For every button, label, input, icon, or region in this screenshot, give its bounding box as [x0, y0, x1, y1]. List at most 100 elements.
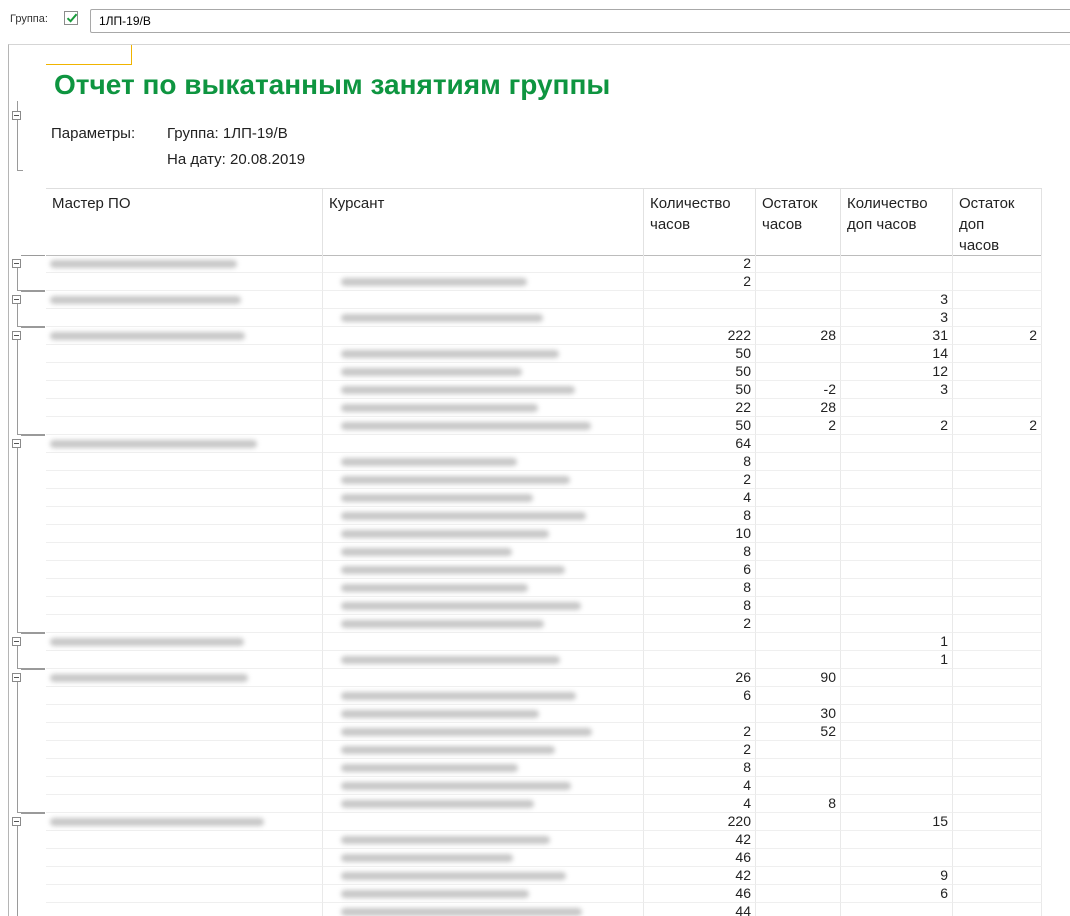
cell-master[interactable] [46, 345, 323, 363]
cell-master[interactable] [46, 849, 323, 867]
cell-master[interactable] [46, 291, 323, 309]
cell-extra[interactable] [841, 507, 953, 525]
cell-hours[interactable] [644, 633, 756, 651]
cell-cadet[interactable] [323, 345, 644, 363]
cell-remain[interactable] [756, 777, 841, 795]
cell-extra-remain[interactable] [953, 795, 1042, 813]
master-row[interactable]: 1 [9, 633, 1070, 651]
cadet-row[interactable]: 2 [9, 471, 1070, 489]
cell-hours[interactable]: 50 [644, 345, 756, 363]
cell-extra[interactable]: 6 [841, 885, 953, 903]
cadet-row[interactable]: 50 2 2 2 [9, 417, 1070, 435]
cell-extra-remain[interactable] [953, 669, 1042, 687]
cell-extra[interactable] [841, 255, 953, 273]
cell-extra[interactable] [841, 399, 953, 417]
cell-remain[interactable] [756, 813, 841, 831]
cadet-row[interactable]: 50 -2 3 [9, 381, 1070, 399]
cell-extra[interactable] [841, 525, 953, 543]
cell-remain[interactable] [756, 759, 841, 777]
cell-extra-remain[interactable] [953, 885, 1042, 903]
cell-extra[interactable] [841, 471, 953, 489]
cell-extra[interactable] [841, 489, 953, 507]
cell-extra-remain[interactable] [953, 615, 1042, 633]
cadet-row[interactable]: 46 6 [9, 885, 1070, 903]
cell-remain[interactable]: 30 [756, 705, 841, 723]
collapse-minus-icon[interactable] [12, 111, 21, 120]
cell-hours[interactable]: 44 [644, 903, 756, 916]
cell-master[interactable] [46, 327, 323, 345]
cell-cadet[interactable] [323, 579, 644, 597]
cell-hours[interactable]: 2 [644, 741, 756, 759]
cell-remain[interactable] [756, 273, 841, 291]
cell-master[interactable] [46, 741, 323, 759]
cell-cadet[interactable] [323, 777, 644, 795]
cell-master[interactable] [46, 273, 323, 291]
cell-master[interactable] [46, 597, 323, 615]
cell-hours[interactable]: 2 [644, 255, 756, 273]
cell-hours[interactable]: 6 [644, 561, 756, 579]
cell-cadet[interactable] [323, 453, 644, 471]
cadet-row[interactable]: 8 [9, 579, 1070, 597]
master-row[interactable]: 2 [9, 255, 1070, 273]
cell-extra-remain[interactable] [953, 273, 1042, 291]
cell-extra[interactable] [841, 453, 953, 471]
cell-extra-remain[interactable] [953, 507, 1042, 525]
cell-master[interactable] [46, 471, 323, 489]
cell-extra[interactable] [841, 579, 953, 597]
cadet-row[interactable]: 44 [9, 903, 1070, 916]
cell-cadet[interactable] [323, 759, 644, 777]
cell-master[interactable] [46, 795, 323, 813]
cell-remain[interactable] [756, 255, 841, 273]
cadet-row[interactable]: 46 [9, 849, 1070, 867]
collapse-minus-icon[interactable] [12, 673, 21, 682]
cell-hours[interactable] [644, 291, 756, 309]
cell-cadet[interactable] [323, 543, 644, 561]
cell-extra-remain[interactable] [953, 453, 1042, 471]
cadet-row[interactable]: 3 [9, 309, 1070, 327]
cell-hours[interactable]: 222 [644, 327, 756, 345]
cell-extra[interactable] [841, 597, 953, 615]
cell-remain[interactable] [756, 543, 841, 561]
cell-master[interactable] [46, 561, 323, 579]
cell-hours[interactable]: 10 [644, 525, 756, 543]
cell-hours[interactable]: 4 [644, 489, 756, 507]
cell-master[interactable] [46, 777, 323, 795]
cell-extra-remain[interactable]: 2 [953, 327, 1042, 345]
cell-master[interactable] [46, 363, 323, 381]
cell-extra-remain[interactable] [953, 435, 1042, 453]
cell-cadet[interactable] [323, 255, 644, 273]
cell-extra-remain[interactable] [953, 471, 1042, 489]
cadet-row[interactable]: 6 [9, 687, 1070, 705]
cell-cadet[interactable] [323, 615, 644, 633]
group-checkbox[interactable] [64, 11, 78, 25]
master-row[interactable]: 26 90 [9, 669, 1070, 687]
cell-extra[interactable] [841, 543, 953, 561]
cell-extra-remain[interactable] [953, 723, 1042, 741]
cell-extra[interactable]: 31 [841, 327, 953, 345]
cell-extra[interactable] [841, 615, 953, 633]
cell-master[interactable] [46, 417, 323, 435]
cell-cadet[interactable] [323, 741, 644, 759]
cell-extra-remain[interactable] [953, 525, 1042, 543]
cell-remain[interactable]: 8 [756, 795, 841, 813]
cell-cadet[interactable] [323, 381, 644, 399]
cadet-row[interactable]: 42 [9, 831, 1070, 849]
cadet-row[interactable]: 6 [9, 561, 1070, 579]
cell-remain[interactable] [756, 651, 841, 669]
cell-hours[interactable]: 26 [644, 669, 756, 687]
cell-cadet[interactable] [323, 885, 644, 903]
cell-cadet[interactable] [323, 795, 644, 813]
cadet-row[interactable]: 8 [9, 597, 1070, 615]
cell-hours[interactable]: 2 [644, 273, 756, 291]
cell-hours[interactable]: 50 [644, 363, 756, 381]
cell-extra-remain[interactable] [953, 705, 1042, 723]
cell-master[interactable] [46, 903, 323, 916]
cell-remain[interactable] [756, 489, 841, 507]
cell-extra[interactable] [841, 759, 953, 777]
cell-remain[interactable] [756, 309, 841, 327]
cell-hours[interactable]: 64 [644, 435, 756, 453]
cell-extra[interactable] [841, 273, 953, 291]
cell-cadet[interactable] [323, 291, 644, 309]
cell-hours[interactable] [644, 651, 756, 669]
cell-cadet[interactable] [323, 561, 644, 579]
